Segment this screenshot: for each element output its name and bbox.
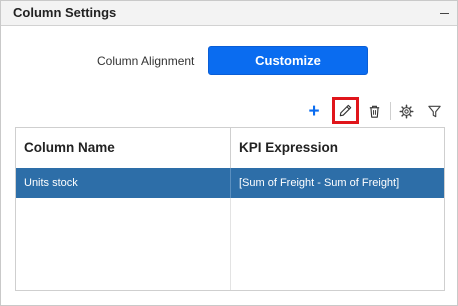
trash-icon	[369, 105, 379, 118]
grid-empty-area	[16, 198, 444, 290]
pencil-icon	[339, 104, 352, 117]
panel-header: Column Settings	[1, 1, 457, 26]
grid-header: Column Name KPI Expression	[16, 128, 444, 169]
plus-icon: +	[308, 100, 320, 122]
column-divider	[230, 198, 231, 290]
toolbar-divider	[390, 102, 391, 120]
column-alignment-label: Column Alignment	[97, 54, 195, 68]
filter-button[interactable]	[422, 99, 446, 123]
column-header-kpi-expression[interactable]: KPI Expression	[230, 128, 444, 168]
cell-kpi-expression: [Sum of Freight - Sum of Freight]	[230, 168, 444, 198]
customize-button[interactable]: Customize	[208, 46, 368, 75]
panel-title: Column Settings	[13, 5, 117, 20]
column-header-name[interactable]: Column Name	[16, 128, 230, 168]
collapse-icon[interactable]	[437, 7, 453, 19]
column-settings-panel: Column Settings Column Alignment Customi…	[0, 0, 458, 306]
gear-icon	[398, 103, 414, 119]
edit-button[interactable]	[332, 97, 359, 124]
filter-icon	[427, 105, 441, 117]
kpi-grid: Column Name KPI Expression Units stock […	[15, 127, 445, 291]
table-row[interactable]: Units stock [Sum of Freight - Sum of Fre…	[16, 168, 444, 198]
grid-toolbar: +	[1, 97, 458, 124]
settings-button[interactable]	[394, 99, 418, 123]
add-button[interactable]: +	[302, 99, 326, 123]
delete-button[interactable]	[362, 99, 386, 123]
cell-column-name: Units stock	[24, 177, 78, 189]
